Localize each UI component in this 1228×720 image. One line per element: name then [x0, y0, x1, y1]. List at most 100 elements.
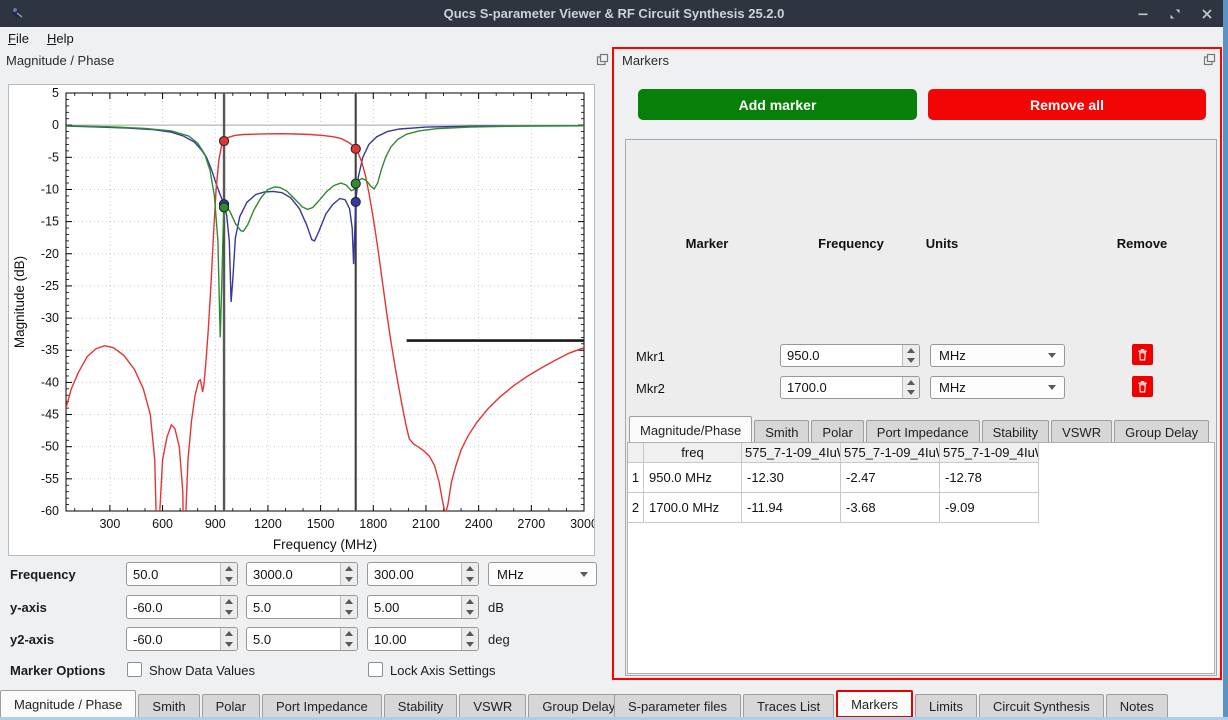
tab-markers[interactable]: Markers — [836, 690, 913, 718]
menu-file[interactable]: File — [8, 31, 29, 46]
spin-buttons[interactable] — [340, 563, 357, 585]
cell-freq: 950.0 MHz — [644, 463, 742, 493]
tab-notes[interactable]: Notes — [1106, 694, 1168, 718]
tab-values-polar[interactable]: Polar — [811, 420, 863, 443]
close-button[interactable] — [1194, 3, 1220, 25]
show-data-values-label: Show Data Values — [149, 663, 255, 678]
table-row: 1 950.0 MHz -12.30 -2.47 -12.78 — [628, 463, 1214, 493]
header-cell-trace2: 575_7-1-09_4IuWS — [841, 443, 940, 463]
spin-buttons[interactable] — [220, 628, 237, 650]
menubar: File Help — [0, 27, 1228, 49]
spin-buttons[interactable] — [461, 563, 478, 585]
spin-buttons[interactable] — [220, 563, 237, 585]
tab-polar[interactable]: Polar — [202, 694, 260, 718]
y2-axis-unit-label: deg — [488, 632, 510, 647]
menu-help[interactable]: Help — [47, 31, 74, 46]
remove-all-button[interactable]: Remove all — [928, 89, 1206, 120]
marker1-frequency-input[interactable] — [781, 345, 902, 366]
svg-text:1500: 1500 — [307, 517, 335, 531]
marker2-frequency-input[interactable] — [781, 377, 902, 398]
tab-values-magnitude-phase[interactable]: Magnitude/Phase — [629, 416, 752, 443]
svg-text:Magnitude (dB): Magnitude (dB) — [12, 256, 27, 348]
y-axis-min-input[interactable] — [127, 596, 220, 618]
show-data-values-checkbox[interactable] — [127, 662, 142, 677]
frequency-stop-input[interactable] — [247, 563, 340, 585]
y-axis-step-spinbox[interactable] — [367, 595, 479, 619]
tab-values-port-impedance[interactable]: Port Impedance — [866, 420, 980, 443]
frequency-start-spinbox[interactable] — [126, 562, 238, 586]
tab-s-parameter-files[interactable]: S-parameter files — [614, 694, 741, 718]
float-dock-icon[interactable] — [596, 53, 609, 66]
tab-stability[interactable]: Stability — [384, 694, 458, 718]
spin-buttons[interactable] — [461, 596, 478, 618]
y2-axis-max-input[interactable] — [247, 628, 340, 650]
frequency-step-input[interactable] — [368, 563, 461, 585]
marker1-remove-button[interactable] — [1132, 344, 1153, 365]
y-axis-max-input[interactable] — [247, 596, 340, 618]
plot-frame: 300600900120015001800210024002700300050-… — [8, 84, 595, 556]
y2-axis-min-input[interactable] — [127, 628, 220, 650]
left-dock-title: Magnitude / Phase — [6, 53, 114, 68]
lock-axis-settings-checkbox[interactable] — [368, 662, 383, 677]
cell-value: -11.94 — [742, 493, 841, 523]
chevron-down-icon — [1048, 385, 1056, 390]
spin-buttons[interactable] — [340, 628, 357, 650]
chevron-down-icon — [1048, 353, 1056, 358]
cell-value: -9.09 — [940, 493, 1039, 523]
y2-axis-label: y2-axis — [10, 632, 54, 647]
spin-buttons[interactable] — [340, 596, 357, 618]
y2-axis-min-spinbox[interactable] — [126, 627, 238, 651]
minimize-icon — [1136, 7, 1150, 21]
marker2-remove-button[interactable] — [1132, 376, 1153, 397]
minimize-button[interactable] — [1130, 3, 1156, 25]
svg-text:5: 5 — [52, 86, 59, 100]
frequency-stop-spinbox[interactable] — [246, 562, 358, 586]
tab-traces-list[interactable]: Traces List — [743, 694, 834, 718]
tab-port-impedance[interactable]: Port Impedance — [262, 694, 382, 718]
spin-buttons[interactable] — [220, 596, 237, 618]
tab-magnitude-phase[interactable]: Magnitude / Phase — [0, 690, 136, 718]
tab-limits[interactable]: Limits — [915, 694, 977, 718]
y2-axis-step-input[interactable] — [368, 628, 461, 650]
column-header-marker: Marker — [647, 236, 767, 251]
svg-text:300: 300 — [99, 517, 120, 531]
y-axis-min-spinbox[interactable] — [126, 595, 238, 619]
y-axis-max-spinbox[interactable] — [246, 595, 358, 619]
marker1-unit-combo[interactable]: MHz — [930, 344, 1065, 367]
column-header-units: Units — [882, 236, 1002, 251]
tab-smith[interactable]: Smith — [138, 694, 199, 718]
spin-buttons[interactable] — [902, 377, 919, 398]
marker2-unit-combo[interactable]: MHz — [930, 376, 1065, 399]
spin-buttons[interactable] — [902, 345, 919, 366]
add-marker-button[interactable]: Add marker — [638, 89, 917, 120]
close-icon — [1200, 7, 1214, 21]
frequency-unit-combo[interactable]: MHz — [488, 562, 597, 586]
chevron-down-icon — [580, 572, 588, 577]
tab-values-group-delay[interactable]: Group Delay — [1114, 420, 1209, 443]
frequency-start-input[interactable] — [127, 563, 220, 585]
svg-text:2700: 2700 — [517, 517, 545, 531]
marker1-frequency-spinbox[interactable] — [780, 344, 920, 367]
cell-value: -2.47 — [841, 463, 940, 493]
y2-axis-step-spinbox[interactable] — [367, 627, 479, 651]
y2-axis-max-spinbox[interactable] — [246, 627, 358, 651]
tab-vswr[interactable]: VSWR — [459, 694, 526, 718]
frequency-unit-value: MHz — [497, 567, 524, 582]
tab-values-smith[interactable]: Smith — [754, 420, 809, 443]
y-axis-step-input[interactable] — [368, 596, 461, 618]
svg-text:-60: -60 — [41, 504, 59, 518]
frequency-step-spinbox[interactable] — [367, 562, 479, 586]
tab-values-vswr[interactable]: VSWR — [1051, 420, 1112, 443]
svg-text:-20: -20 — [41, 247, 59, 261]
marker2-frequency-spinbox[interactable] — [780, 376, 920, 399]
header-cell-blank — [628, 443, 644, 463]
marker-name-label: Mkr2 — [636, 381, 665, 396]
table-row: 2 1700.0 MHz -11.94 -3.68 -9.09 — [628, 493, 1214, 523]
float-markers-dock-icon[interactable] — [1203, 53, 1216, 66]
magnitude-phase-plot[interactable]: 300600900120015001800210024002700300050-… — [9, 85, 594, 555]
tab-circuit-synthesis[interactable]: Circuit Synthesis — [979, 694, 1104, 718]
spin-buttons[interactable] — [461, 628, 478, 650]
tab-values-stability[interactable]: Stability — [982, 420, 1050, 443]
restore-button[interactable] — [1162, 3, 1188, 25]
svg-text:-15: -15 — [41, 215, 59, 229]
